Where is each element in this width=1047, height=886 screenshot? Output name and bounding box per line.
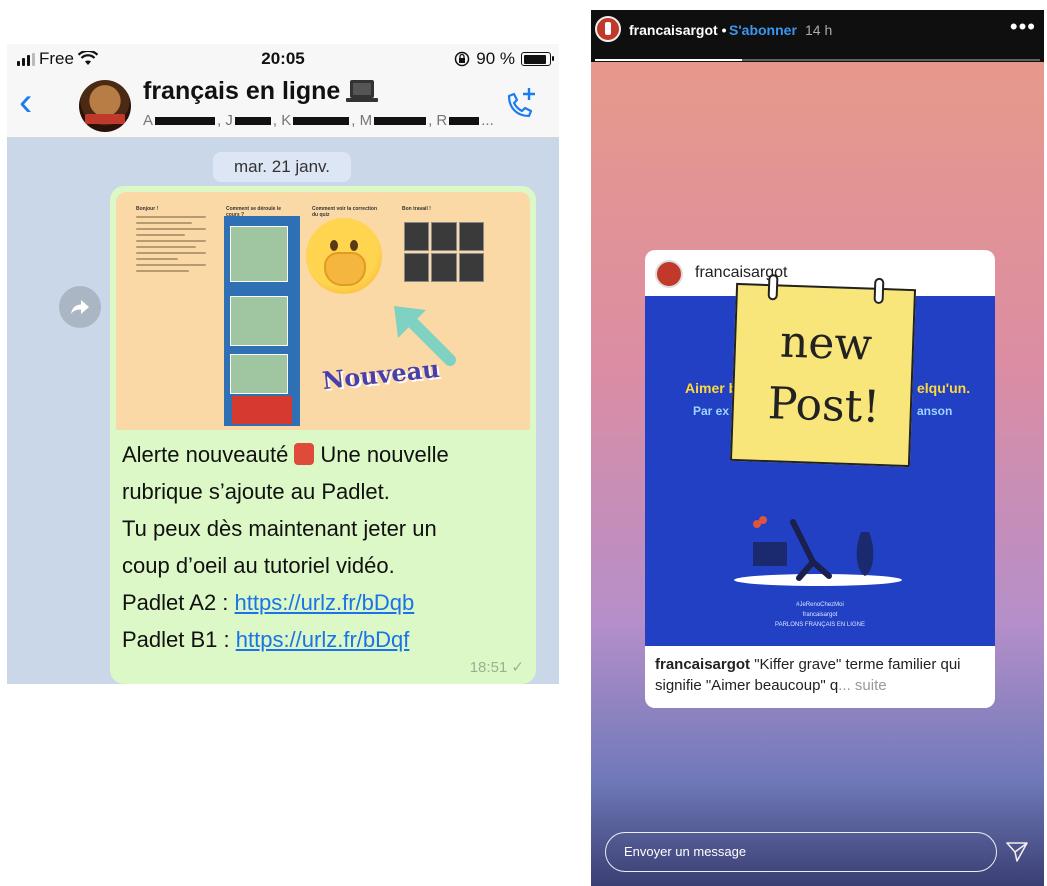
padlet-a2-link[interactable]: https://urlz.fr/bDqb xyxy=(235,590,415,615)
story-progress-bar xyxy=(595,59,1040,61)
redaction xyxy=(155,117,216,126)
photo-grid xyxy=(404,222,484,282)
forward-button[interactable] xyxy=(59,286,101,328)
message-timestamp: 18:51 ✓ xyxy=(469,659,524,676)
pin-icon xyxy=(767,274,779,301)
new-post-sticker: new Post! xyxy=(729,274,917,468)
add-call-icon[interactable] xyxy=(501,84,541,124)
group-avatar[interactable] xyxy=(79,80,131,132)
instagram-story: francaisargot • S'abonner 14 h ••• franc… xyxy=(591,10,1044,886)
tutorial-card xyxy=(230,296,288,346)
forward-icon xyxy=(71,300,89,314)
story-username[interactable]: francaisargot • xyxy=(629,22,727,38)
group-name[interactable]: français en ligne xyxy=(143,77,379,106)
post-avatar xyxy=(655,260,683,288)
message-bubble[interactable]: Bonjour ! Comment se déroule le cours ? … xyxy=(110,186,536,684)
send-icon[interactable] xyxy=(1005,840,1029,864)
tutorial-card xyxy=(230,354,288,394)
story-progress-fill xyxy=(595,59,742,61)
story-age: 14 h xyxy=(805,22,833,38)
follow-button[interactable]: S'abonner xyxy=(729,22,797,38)
back-chevron-icon[interactable]: ‹ xyxy=(19,82,32,122)
hand-over-mouth-emoji-icon xyxy=(306,218,382,294)
shared-post-card[interactable]: francaisargot Terme Familier Aimer be el… xyxy=(645,250,995,708)
thumb-column: Bon travail ! xyxy=(402,206,431,212)
message-text: Alerte nouveauté Une nouvelle rubrique s’… xyxy=(122,442,449,652)
redaction xyxy=(234,117,271,126)
tutorial-card xyxy=(230,226,288,282)
laptop-icon xyxy=(346,79,379,102)
battery-fill xyxy=(523,54,546,64)
redaction xyxy=(374,117,427,126)
post-caption: francaisargot "Kiffer grave" terme famil… xyxy=(655,656,961,694)
battery-icon xyxy=(521,52,554,66)
illustration xyxy=(734,516,902,586)
post-example-left: Par ex xyxy=(693,404,730,418)
caption-more-link[interactable]: ... suite xyxy=(838,677,886,694)
group-members[interactable]: A, J, K, M, R... xyxy=(143,112,494,129)
padlet-thumbnail[interactable]: Bonjour ! Comment se déroule le cours ? … xyxy=(116,192,530,430)
rotation-lock-icon xyxy=(455,51,470,67)
battery-percent: 90 % xyxy=(476,49,515,68)
redaction xyxy=(293,117,350,126)
post-example-right: anson xyxy=(917,404,953,418)
tutorial-card xyxy=(232,396,292,424)
status-bar: Free 20:05 90 % xyxy=(7,44,559,72)
chat-header: ‹ français en ligne A, J, K, M, R... xyxy=(7,72,559,138)
pin-icon xyxy=(873,277,885,305)
post-tags: #JeRenoChezMoi francaisargot PARLONS FRA… xyxy=(775,602,865,628)
battery: 90 % xyxy=(454,49,554,69)
date-chip: mar. 21 janv. xyxy=(213,152,351,182)
message-input[interactable]: Envoyer un message xyxy=(605,832,997,872)
siren-icon xyxy=(294,443,315,465)
whatsapp-screen: Free 20:05 90 % ‹ français en ligne A, J… xyxy=(7,44,559,684)
thumb-column: Bonjour ! xyxy=(136,206,206,272)
redaction xyxy=(449,117,480,126)
thumb-column: Comment voir la correction du quiz xyxy=(312,206,378,218)
padlet-b1-link[interactable]: https://urlz.fr/bDqf xyxy=(236,627,410,652)
nouveau-label: Nouveau xyxy=(320,353,441,396)
story-header: francaisargot • S'abonner 14 h ••• xyxy=(591,10,1044,62)
post-definition-right: elqu'un. xyxy=(917,380,971,396)
profile-avatar[interactable] xyxy=(595,16,621,42)
more-icon[interactable]: ••• xyxy=(1010,14,1036,40)
